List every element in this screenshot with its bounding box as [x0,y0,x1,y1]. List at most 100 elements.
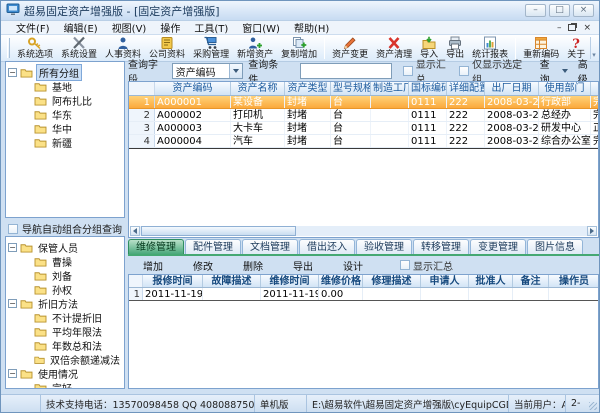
maximize-button[interactable]: □ [549,4,570,17]
column-header-fault-desc[interactable]: 故障描述 [203,275,261,287]
design-button[interactable]: 设计 [328,258,378,273]
nav-auto-group-checkbox-row[interactable]: 导航自动组合分组查询 [8,221,126,236]
tree-node[interactable]: 刘备 [8,268,122,283]
scrollbar-thumb[interactable] [141,226,296,236]
column-header-operator[interactable]: 操作员 [549,275,598,287]
tree-node-label[interactable]: 新疆 [50,135,74,150]
column-header-report-time[interactable]: 报修时间 [143,275,203,287]
column-header[interactable] [129,82,155,95]
tree-node-label[interactable]: 刘备 [50,268,74,283]
column-header-asset-type[interactable]: 资产类型 [285,82,331,95]
mdi-close-button[interactable]: × [583,23,591,33]
scroll-right-icon[interactable] [587,226,597,236]
tree-node[interactable]: 阿布扎比 [8,93,122,108]
chevron-down-icon[interactable] [229,64,243,78]
system-options-button[interactable]: 系统选项 [13,35,57,61]
tree-node[interactable]: 新疆 [8,135,122,150]
menu-view[interactable]: 视图(V) [105,20,154,35]
export-sub-button[interactable]: 导出 [278,258,328,273]
resize-grip-icon[interactable] [589,402,597,410]
column-header-clipped[interactable] [591,82,598,95]
checkbox-icon[interactable] [402,66,413,76]
tree-node[interactable]: 华东 [8,107,122,122]
query-field-select[interactable]: 资产编码 [171,63,244,79]
expand-toggle-icon[interactable] [8,298,17,308]
delete-button[interactable]: 删除 [228,258,278,273]
expand-toggle-icon[interactable] [8,368,17,378]
mdi-restore-button[interactable] [568,24,577,31]
tab-transfer-management[interactable]: 转移管理 [413,239,469,254]
horizontal-scrollbar[interactable] [130,226,597,236]
menu-operate[interactable]: 操作 [153,20,187,35]
tree-node-label[interactable]: 华中 [50,121,74,136]
menu-file[interactable]: 文件(F) [9,20,57,35]
column-header-repair-desc[interactable]: 修理描述 [363,275,421,287]
checkbox-icon[interactable] [8,223,18,234]
tree-node[interactable]: 华中 [8,121,122,136]
table-row[interactable]: 3 A000003 大卡车 封堵 台 0111 222 2008-03-28 研… [129,122,598,135]
column-header-approver[interactable]: 批准人 [469,275,513,287]
expand-toggle-icon[interactable] [8,242,17,252]
tree-node-label[interactable]: 年数总和法 [50,338,104,353]
tree-node-label[interactable]: 平均年限法 [50,324,104,339]
tree-node-label[interactable]: 基地 [50,79,74,94]
table-row[interactable]: 1 A000001 某设备 封堵 台 0111 222 2008-03-28 行… [129,96,598,109]
system-settings-button[interactable]: 系统设置 [57,35,101,61]
scrollbar-track[interactable] [296,226,587,236]
tab-lend-return[interactable]: 借出还入 [299,239,355,254]
tab-repair-management[interactable]: 维修管理 [128,239,184,254]
column-header-remark[interactable]: 备注 [513,275,549,287]
expand-toggle-icon[interactable] [8,67,17,77]
tree-node-label[interactable]: 折旧方法 [36,296,80,311]
column-header-repair-time[interactable]: 维修时间 [261,275,319,287]
asset-change-button[interactable]: 资产变更 [328,35,372,61]
tree-node[interactable]: 曹操 [8,254,122,269]
tree-node-label[interactable]: 不计提折旧 [50,310,104,325]
query-condition-input[interactable] [299,63,392,79]
tab-parts-management[interactable]: 配件管理 [185,239,241,254]
tree-node-label[interactable]: 完好 [50,380,74,389]
column-header-detail-config[interactable]: 详细配置 [447,82,485,95]
column-header-asset-name[interactable]: 资产名称 [231,82,285,95]
tree-node-label[interactable]: 双倍余额递减法 [48,352,122,367]
mdi-minimize-button[interactable]: – [557,23,562,33]
tree-node-label[interactable]: 保管人员 [36,240,80,255]
tree-node-label[interactable]: 华东 [50,107,74,122]
tree-node-label[interactable]: 曹操 [50,254,74,269]
tab-picture-info[interactable]: 图片信息 [527,239,583,254]
repair-show-summary-checkbox-row[interactable]: 显示汇总 [400,258,453,273]
tree-group-depreciation[interactable]: 折旧方法 [8,296,122,311]
menu-window[interactable]: 窗口(W) [235,20,287,35]
column-header-national-code[interactable]: 国标编码 [409,82,447,95]
purchase-management-button[interactable]: 采购管理 [189,35,233,61]
checkbox-icon[interactable] [400,260,410,270]
column-header-model-spec[interactable]: 型号规格 [331,82,371,95]
column-header-repair-price[interactable]: 维修价格 [319,275,363,287]
tree-node[interactable]: 年数总和法 [8,338,122,353]
menu-tools[interactable]: 工具(T) [187,20,235,35]
table-row[interactable]: 4 A000004 汽车 封堵 台 0111 222 2008-03-28 综合… [129,135,598,148]
minimize-button[interactable]: – [525,4,546,17]
tree-group-keepers[interactable]: 保管人员 [8,240,122,255]
tab-change-management[interactable]: 变更管理 [470,239,526,254]
menu-edit[interactable]: 编辑(E) [57,20,105,35]
add-button[interactable]: 增加 [128,258,178,273]
tree-node[interactable]: 平均年限法 [8,324,122,339]
column-header[interactable] [129,275,143,287]
tree-node-label[interactable]: 阿布扎比 [50,93,94,108]
tree-node[interactable]: 不计提折旧 [8,310,122,325]
column-header-asset-code[interactable]: 资产编码 [155,82,231,95]
menu-help[interactable]: 帮助(H) [287,20,336,35]
column-header-department[interactable]: 使用部门 [539,82,591,95]
tree-node[interactable]: 完好 [8,380,122,389]
tab-document-management[interactable]: 文档管理 [242,239,298,254]
table-row[interactable]: 2 A000002 打印机 封堵 台 0111 222 2008-03-28 总… [129,109,598,122]
tree-node-label[interactable]: 孙权 [50,282,74,297]
column-header-manufacturer[interactable]: 制造工厂 [371,82,409,95]
tree-node[interactable]: 孙权 [8,282,122,297]
column-header-factory-date[interactable]: 出厂日期 [485,82,539,95]
tree-group-usage[interactable]: 使用情况 [8,366,122,381]
table-row[interactable]: 1 2011-11-19 2011-11-19 0.00 [129,288,598,301]
tab-acceptance-management[interactable]: 验收管理 [356,239,412,254]
tree-node[interactable]: 基地 [8,79,122,94]
